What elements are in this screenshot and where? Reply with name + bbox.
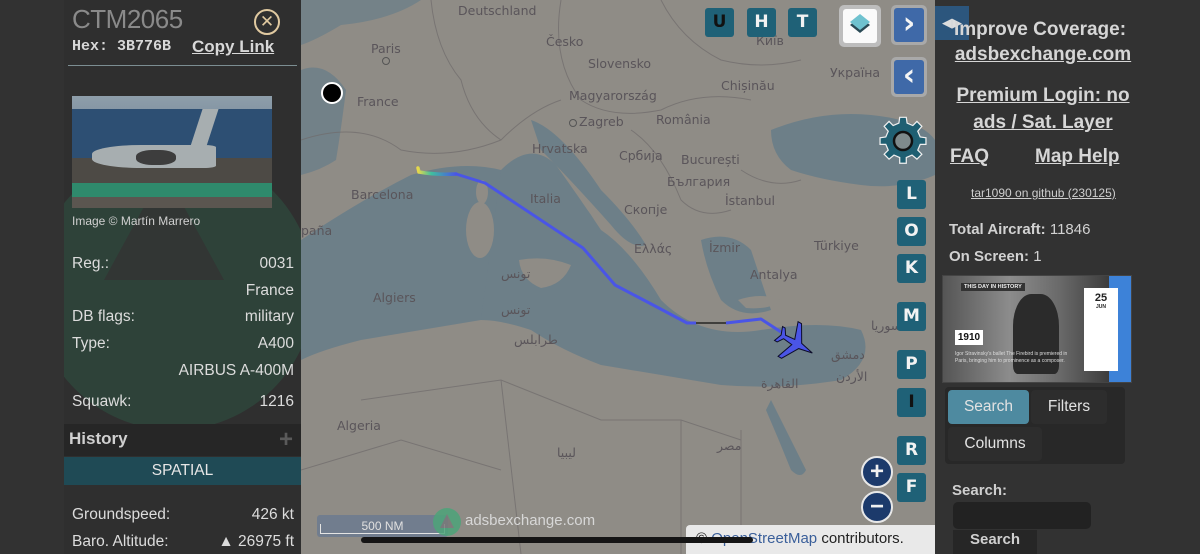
- hex-value: 3B776B: [117, 38, 172, 55]
- on-screen-value: 1: [1033, 248, 1042, 265]
- flight-track-layer: [416, 166, 813, 359]
- attribution-suffix: contributors.: [821, 530, 904, 547]
- next-button[interactable]: ›: [891, 5, 927, 45]
- tab-columns[interactable]: Columns: [948, 427, 1042, 461]
- premium-login-link-line2[interactable]: ads / Sat. Layer: [938, 112, 1148, 134]
- ad-tag: THIS DAY IN HISTORY: [961, 283, 1025, 291]
- map-scale-bar: 500 NM: [317, 515, 448, 537]
- ad-caption: Igor Stravinsky's ballet The Firebird is…: [955, 351, 1068, 364]
- groundspeed-value: 426 kt: [251, 506, 294, 523]
- map-button-l[interactable]: L: [897, 180, 926, 209]
- type-value: A400: [257, 335, 294, 352]
- aircraft-callsign: CTM2065: [72, 4, 183, 34]
- altitude-value: ▲ 26975 ft: [218, 533, 294, 550]
- premium-login-link-line1[interactable]: Premium Login: no: [938, 85, 1148, 107]
- advertisement-banner[interactable]: THIS DAY IN HISTORY 25 JUN 1910 Igor Str…: [942, 275, 1132, 383]
- map-button-m[interactable]: M: [897, 302, 926, 331]
- map-button-p[interactable]: P: [897, 350, 926, 379]
- tab-group: Search Filters Columns: [945, 387, 1125, 464]
- reg-value: 0031: [259, 255, 294, 272]
- map-view[interactable]: Deutschland Česko Slovensko Paris France…: [301, 0, 935, 554]
- adsbexchange-link[interactable]: adsbexchange.com: [938, 44, 1148, 66]
- map-button-i[interactable]: I: [897, 388, 926, 417]
- horizontal-scrollbar[interactable]: [361, 537, 753, 543]
- country-value: France: [245, 282, 294, 299]
- flight-track-start: [416, 166, 458, 176]
- adsbx-logo-icon: [433, 508, 461, 536]
- altitude-label: Baro. Altitude:: [72, 533, 169, 550]
- layers-button[interactable]: [839, 5, 881, 47]
- chevron-right-icon: ›: [894, 8, 924, 42]
- reg-label: Reg.:: [72, 255, 110, 272]
- map-button-k[interactable]: K: [897, 254, 926, 283]
- squawk-value: 1216: [259, 393, 294, 410]
- on-screen-label: On Screen:: [949, 248, 1030, 265]
- prev-button[interactable]: ‹: [891, 57, 927, 97]
- map-button-t[interactable]: T: [788, 8, 817, 37]
- aircraft-info-panel: CTM2065 ✕ Hex: 3B776B Copy Link Image © …: [64, 0, 301, 554]
- github-link[interactable]: tar1090 on github (230125): [971, 186, 1116, 200]
- aircraft-photo[interactable]: [72, 96, 272, 208]
- groundspeed-label: Groundspeed:: [72, 506, 171, 523]
- search-label: Search:: [952, 482, 1008, 499]
- map-button-h[interactable]: H: [747, 8, 776, 37]
- aircraft-icon: [773, 320, 813, 359]
- copy-link[interactable]: Copy Link: [192, 37, 274, 57]
- db-flags-value: military: [244, 308, 294, 325]
- tab-filters[interactable]: Filters: [1031, 390, 1107, 424]
- total-aircraft-value: 11846: [1049, 221, 1091, 238]
- total-aircraft: Total Aircraft: 11846: [949, 221, 1090, 238]
- layers-icon: [850, 14, 870, 33]
- chevron-left-icon: ‹: [894, 60, 924, 94]
- search-button[interactable]: Search: [953, 530, 1037, 554]
- scale-label: 500 NM: [361, 519, 404, 533]
- ad-date-card: 25 JUN: [1084, 288, 1118, 371]
- ad-year: 1910: [955, 330, 983, 345]
- adsbx-watermark-text: adsbexchange.com: [465, 512, 596, 529]
- db-flags-label: DB flags:: [72, 308, 135, 325]
- photo-credit: Image © Martín Marrero: [72, 214, 201, 228]
- map-button-o[interactable]: O: [897, 217, 926, 246]
- zoom-out-button[interactable]: −: [861, 491, 893, 523]
- expand-plus-icon[interactable]: +: [279, 426, 293, 454]
- history-title: History: [69, 429, 128, 448]
- flight-track-end: [725, 317, 782, 334]
- hex-code: Hex: 3B776B: [72, 38, 171, 55]
- flight-track-main: [455, 172, 696, 325]
- zoom-in-button[interactable]: +: [861, 456, 893, 488]
- faq-link[interactable]: FAQ: [950, 146, 989, 168]
- type-desc-value: AIRBUS A-400M: [178, 362, 294, 379]
- history-section-header[interactable]: History +: [64, 424, 301, 456]
- settings-gear-icon[interactable]: [876, 114, 930, 168]
- tab-search[interactable]: Search: [948, 390, 1029, 424]
- map-button-u[interactable]: U: [705, 8, 734, 37]
- total-aircraft-label: Total Aircraft:: [949, 221, 1046, 238]
- squawk-label: Squawk:: [72, 393, 132, 410]
- divider: [68, 65, 297, 66]
- type-label: Type:: [72, 335, 110, 352]
- improve-coverage-text: Improve Coverage:: [953, 19, 1127, 40]
- on-screen-count: On Screen: 1: [949, 248, 1042, 265]
- map-help-link[interactable]: Map Help: [1035, 146, 1119, 168]
- search-input[interactable]: [953, 502, 1091, 529]
- close-icon[interactable]: ✕: [254, 9, 280, 35]
- sidebar-panel: ◀▶ Improve Coverage: adsbexchange.com Pr…: [935, 0, 1200, 554]
- hex-label: Hex:: [72, 38, 109, 55]
- ad-day: 25: [1094, 292, 1108, 304]
- map-button-r[interactable]: R: [897, 436, 926, 465]
- ad-month: JUN: [1095, 304, 1106, 310]
- spatial-section-header[interactable]: SPATIAL: [64, 457, 301, 485]
- map-button-f[interactable]: F: [897, 473, 926, 502]
